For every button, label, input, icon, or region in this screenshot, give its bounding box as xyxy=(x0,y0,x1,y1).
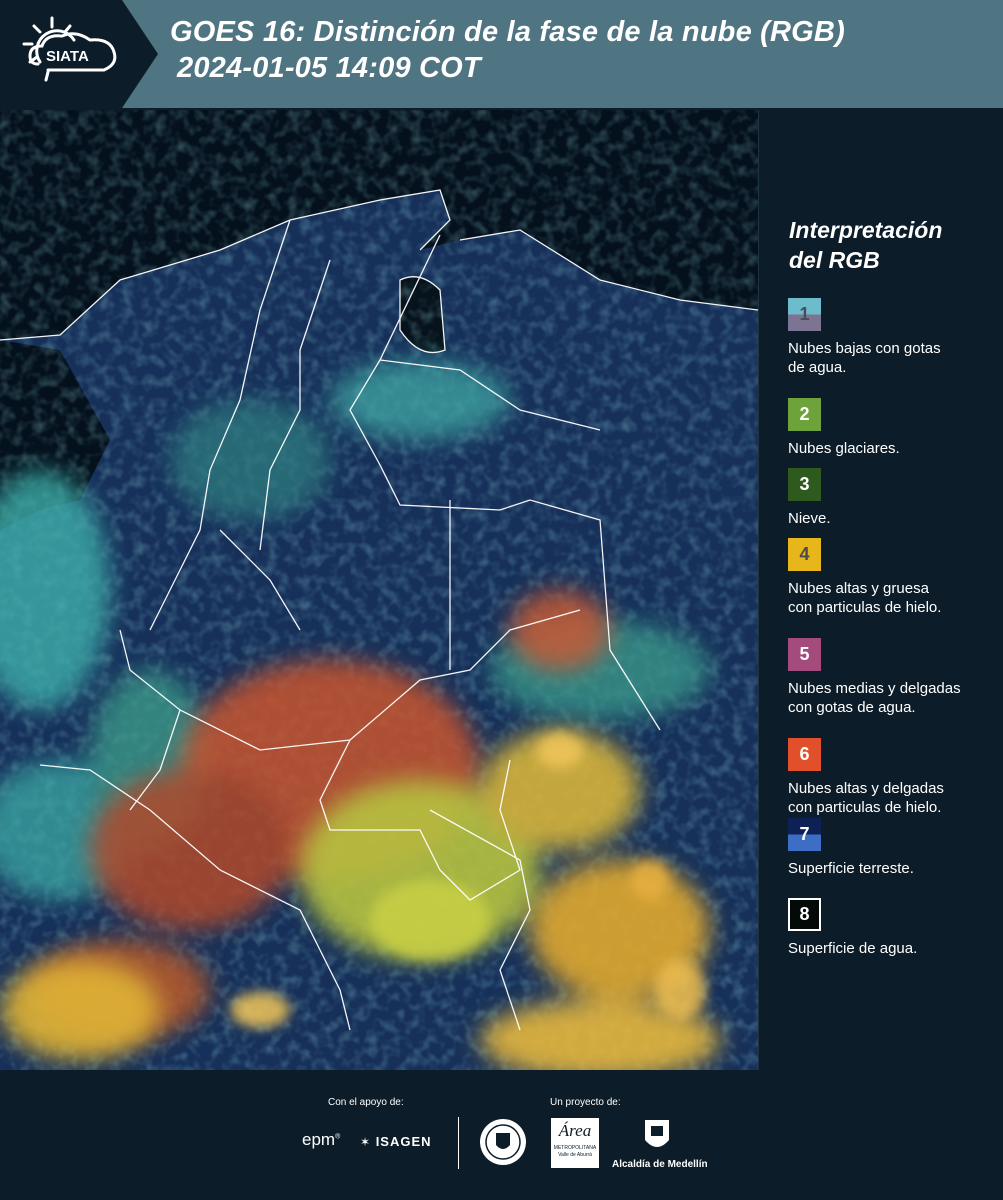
isagen-text: ISAGEN xyxy=(375,1134,432,1149)
alcaldia-shield-icon xyxy=(645,1120,669,1147)
legend-label-line-2: con gotas de agua. xyxy=(788,699,916,716)
legend-label-line-2: con particulas de hielo. xyxy=(788,599,942,616)
legend-label-line-1: Nubes altas y gruesa xyxy=(788,580,929,597)
legend-label-line-1: Superficie terreste. xyxy=(788,860,914,877)
legend-swatch: 6 xyxy=(788,738,821,771)
legend-swatch: 1 xyxy=(788,298,821,331)
legend-label: Nubes altas y gruesa con particulas de hi… xyxy=(788,579,998,617)
legend-item: 5 Nubes medias y delgadas con gotas de agu… xyxy=(788,638,998,717)
page-title: GOES 16: Distinción de la fase de la nub… xyxy=(170,14,845,86)
legend-number: 4 xyxy=(799,544,810,564)
legend-title: Interpretación del RGB xyxy=(789,215,942,275)
medellin-seal-icon xyxy=(480,1119,526,1165)
legend-label-line-1: Nubes medias y delgadas xyxy=(788,680,961,697)
legend-label-line-2: con particulas de hielo. xyxy=(788,799,942,816)
legend-label-line-1: Nieve. xyxy=(788,510,831,527)
satellite-map xyxy=(0,110,759,1070)
legend-title-line-1: Interpretación xyxy=(789,217,943,243)
legend-swatch: 2 xyxy=(788,398,821,431)
siata-logo-text: SIATA xyxy=(46,48,89,65)
legend-label-line-1: Nubes glaciares. xyxy=(788,440,900,457)
legend-label: Nubes medias y delgadas con gotas de agua… xyxy=(788,679,998,717)
alcaldia-text: Alcaldía de Medellín xyxy=(612,1159,708,1170)
footer: Con el apoyo de: Un proyecto de: epm® ✶ … xyxy=(0,1070,1003,1200)
header-bar: SIATA GOES 16: Distinción de la fase de … xyxy=(0,0,1003,108)
legend-item: 6 Nubes altas y delgadas con particulas de… xyxy=(788,738,998,817)
isagen-icon: ✶ xyxy=(360,1135,372,1149)
legend-item: 2 Nubes glaciares. xyxy=(788,398,998,458)
isagen-logo: ✶ ISAGEN xyxy=(360,1134,432,1149)
legend-label-line-1: Nubes bajas con gotas xyxy=(788,340,941,357)
legend-panel: Interpretación del RGB 1 Nubes bajas con … xyxy=(760,110,1003,1070)
legend-swatch: 7 xyxy=(788,818,821,851)
legend-swatch: 3 xyxy=(788,468,821,501)
legend-label: Nubes glaciares. xyxy=(788,439,998,458)
siata-logo: SIATA xyxy=(0,0,158,108)
epm-logo: epm® xyxy=(302,1130,341,1149)
legend-label-line-1: Nubes altas y delgadas xyxy=(788,780,944,797)
area-logo-line1: METROPOLITANA xyxy=(553,1145,597,1151)
legend-title-line-2: del RGB xyxy=(789,247,880,273)
legend-label: Nieve. xyxy=(788,509,998,528)
legend-label: Superficie de agua. xyxy=(788,939,998,958)
legend-number: 7 xyxy=(799,824,810,844)
rgb-composite-image xyxy=(0,110,758,1070)
legend-swatch: 5 xyxy=(788,638,821,671)
legend-label: Nubes altas y delgadas con particulas de … xyxy=(788,779,998,817)
legend-item: 3 Nieve. xyxy=(788,468,998,528)
legend-label-line-2: de agua. xyxy=(788,359,847,376)
support-label: Con el apoyo de: xyxy=(328,1097,404,1108)
legend-swatch: 4 xyxy=(788,538,821,571)
legend-number: 1 xyxy=(799,304,810,324)
title-line-1: GOES 16: Distinción de la fase de la nub… xyxy=(170,16,845,48)
legend-label: Nubes bajas con gotas de agua. xyxy=(788,339,998,377)
legend-item: 1 Nubes bajas con gotas de agua. xyxy=(788,298,998,377)
area-logo-title: Área xyxy=(558,1121,592,1140)
legend-number: 6 xyxy=(799,744,810,764)
footer-divider xyxy=(458,1117,459,1169)
title-line-2: 2024-01-05 14:09 COT xyxy=(177,52,481,84)
project-label: Un proyecto de: xyxy=(550,1097,621,1108)
area-logo-line2: Valle de Aburrá xyxy=(558,1152,592,1158)
epm-text: epm xyxy=(302,1130,336,1149)
legend-number: 5 xyxy=(799,644,810,664)
legend-item: 8 Superficie de agua. xyxy=(788,898,998,958)
legend-label-line-1: Superficie de agua. xyxy=(788,940,918,957)
area-metropolitana-logo: Área METROPOLITANA Valle de Aburrá xyxy=(551,1118,599,1168)
legend-item: 4 Nubes altas y gruesa con particulas de h… xyxy=(788,538,998,617)
legend-label: Superficie terreste. xyxy=(788,859,998,878)
legend-number: 2 xyxy=(799,404,810,424)
legend-swatch: 8 xyxy=(788,898,821,931)
legend-number: 8 xyxy=(799,904,810,924)
legend-item: 7 Superficie terreste. xyxy=(788,818,998,878)
legend-number: 3 xyxy=(799,474,810,494)
